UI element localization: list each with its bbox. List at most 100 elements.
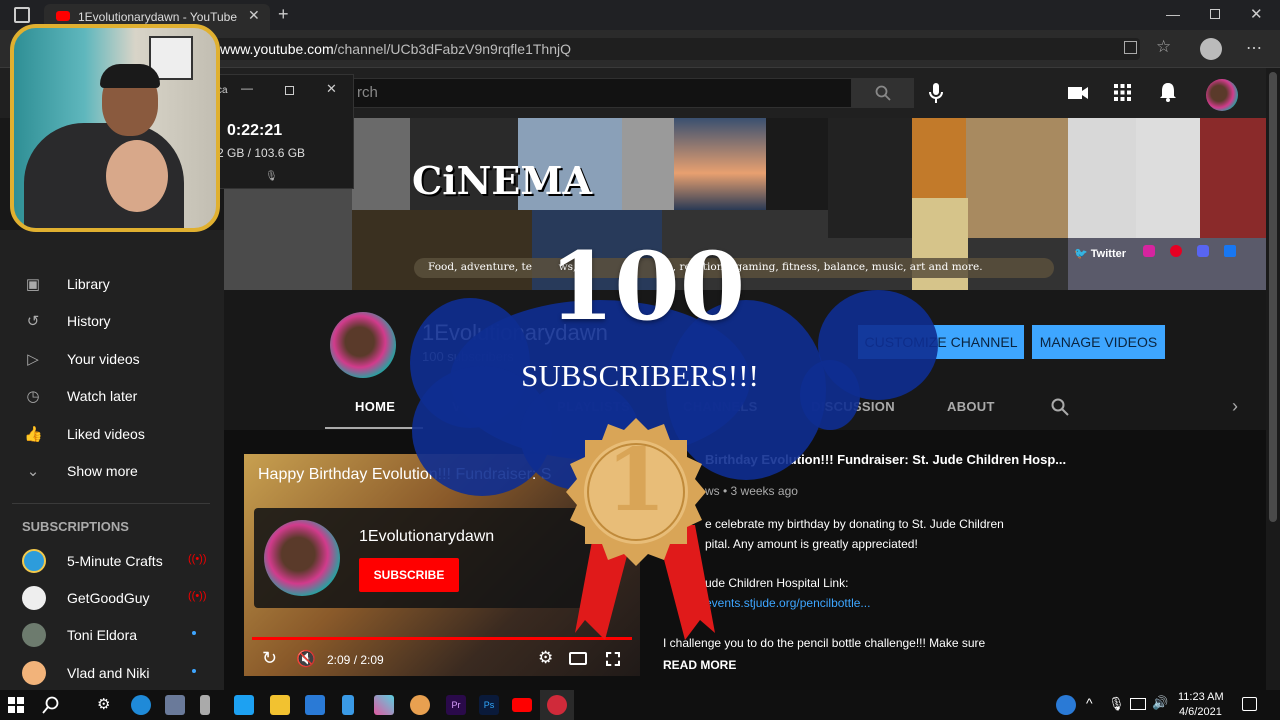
muted-volume-icon[interactable]: 🔇 <box>296 649 316 669</box>
video-description-line: I challenge you to do the pencil bottle … <box>663 636 986 650</box>
manage-videos-button[interactable]: MANAGE VIDEOS <box>1032 325 1165 359</box>
taskbar-camera-icon[interactable] <box>165 695 185 715</box>
recorder-minimize-icon[interactable]: — <box>241 81 253 95</box>
scrollbar-thumb[interactable] <box>1269 72 1277 522</box>
channel-search-icon[interactable] <box>1051 398 1069 416</box>
notifications-icon[interactable] <box>1242 697 1257 711</box>
new-tab-icon[interactable]: + <box>278 4 289 25</box>
taskbar-phone-icon[interactable] <box>342 695 354 715</box>
banner-social-links[interactable]: 🐦 Twitter <box>1074 245 1240 265</box>
taskbar-time[interactable]: 11:23 AM <box>1178 691 1224 703</box>
webcam-child-face <box>106 140 168 212</box>
sidebar-item-history[interactable]: ↺ History <box>0 303 224 340</box>
avatar <box>22 549 46 573</box>
taskbar-recorder-icon[interactable] <box>547 695 567 715</box>
sidebar-item-show-more[interactable]: ⌄ Show more <box>0 453 224 490</box>
recorder-close-icon[interactable]: ✕ <box>326 81 337 97</box>
video-player[interactable]: Happy Birthday Evolution!!! Fundraiser: … <box>244 454 640 676</box>
card-avatar <box>264 520 340 596</box>
profile-avatar[interactable] <box>1200 38 1222 60</box>
tab-actions-icon[interactable] <box>14 7 30 23</box>
replay-icon[interactable]: ↻ <box>262 648 277 669</box>
account-avatar[interactable] <box>1206 79 1238 111</box>
cast-icon[interactable] <box>569 652 587 665</box>
sidebar-item-your-videos[interactable]: ▷ Your videos <box>0 341 224 378</box>
facebook-icon[interactable] <box>1224 245 1237 257</box>
twitter-icon[interactable]: 🐦 <box>1074 248 1088 260</box>
tab-about[interactable]: ABOUT <box>947 399 995 414</box>
apps-grid-icon[interactable] <box>1114 84 1131 101</box>
minimize-window-icon[interactable]: — <box>1166 6 1180 22</box>
pinterest-icon[interactable] <box>1170 245 1183 257</box>
tab-playlists[interactable]: PLAYLISTS <box>557 399 630 414</box>
taskbar-premiere-icon[interactable]: Pr <box>446 695 466 715</box>
notifications-bell-icon[interactable] <box>1159 82 1177 102</box>
tab-videos[interactable]: VIDEOS <box>452 399 503 414</box>
fullscreen-icon[interactable] <box>606 652 620 666</box>
tab-channels[interactable]: CHANNELS <box>683 399 758 414</box>
taskbar-date[interactable]: 4/6/2021 <box>1179 706 1222 718</box>
read-more-button[interactable]: READ MORE <box>663 658 736 672</box>
video-info-title[interactable]: Birthday Evolution!!! Fundraiser: St. Ju… <box>705 452 1066 467</box>
description-link[interactable]: events.stjude.org/pencilbottle... <box>705 596 870 610</box>
taskbar-mail-icon[interactable] <box>305 695 325 715</box>
settings-gear-icon[interactable]: ⚙ <box>538 648 553 668</box>
taskbar-youtube-icon[interactable] <box>512 698 532 712</box>
tray-volume-icon[interactable]: 🔊 <box>1152 695 1168 711</box>
subscribe-button[interactable]: SUBSCRIBE <box>359 558 459 592</box>
recorder-mic-icon[interactable]: 🎙 <box>265 171 278 182</box>
tray-chevron-up-icon[interactable]: ^ <box>1086 695 1093 711</box>
tab-home[interactable]: HOME <box>355 399 395 414</box>
tabs-next-chevron-icon[interactable]: › <box>1232 396 1238 417</box>
avatar <box>22 586 46 610</box>
sidebar-item-watch-later[interactable]: ◷ Watch later <box>0 378 224 415</box>
tab-close-icon[interactable]: ✕ <box>248 7 260 24</box>
close-window-icon[interactable]: ✕ <box>1250 5 1263 23</box>
player-progress-track[interactable] <box>252 637 632 640</box>
taskbar-settings-icon[interactable]: ⚙ <box>97 695 110 713</box>
restore-window-icon[interactable] <box>1210 9 1220 19</box>
taskbar-usb-icon[interactable] <box>200 695 210 715</box>
video-description-line: ude Children Hospital Link: <box>705 576 849 590</box>
taskbar-edge-icon[interactable] <box>131 695 151 715</box>
library-icon: ▣ <box>25 276 41 293</box>
discord-icon[interactable] <box>1197 245 1210 257</box>
microphone-icon[interactable] <box>927 82 945 104</box>
video-meta: ws • 3 weeks ago <box>705 484 798 498</box>
player-progress-fill <box>252 637 632 640</box>
windows-start-icon[interactable] <box>8 697 24 713</box>
sidebar-item-liked-videos[interactable]: 👍 Liked videos <box>0 416 224 453</box>
taskbar-twitter-icon[interactable] <box>234 695 254 715</box>
sidebar-item-library[interactable]: ▣ Library <box>0 266 224 303</box>
page-scrollbar[interactable] <box>1266 68 1280 690</box>
taskbar-photoshop-icon[interactable]: Ps <box>479 695 499 715</box>
subscription-item-vlad-and-niki[interactable]: Vlad and Niki <box>0 654 224 691</box>
instagram-icon[interactable] <box>1143 245 1156 257</box>
taskbar-search-icon[interactable] <box>42 696 60 714</box>
video-description-line: pital. Any amount is greatly appreciated… <box>705 537 918 551</box>
channel-avatar <box>330 312 396 378</box>
subscription-item-getgoodguy[interactable]: GetGoodGuy ((•)) <box>0 579 224 616</box>
subscription-item-5-minute-crafts[interactable]: 5-Minute Crafts ((•)) <box>0 542 224 579</box>
search-input[interactable]: rch <box>350 78 852 108</box>
taskbar-photos-icon[interactable] <box>374 695 394 715</box>
browser-menu-icon[interactable]: ⋯ <box>1246 38 1262 58</box>
search-button[interactable] <box>852 78 914 108</box>
tab-discussion[interactable]: DISCUSSION <box>811 399 895 414</box>
chevron-down-icon: ⌄ <box>26 463 40 480</box>
taskbar-file-explorer-icon[interactable] <box>270 695 290 715</box>
open-in-app-icon[interactable] <box>1124 41 1137 54</box>
tray-mic-icon[interactable]: 🎙 <box>1108 696 1125 712</box>
tab-home-underline <box>325 427 423 429</box>
liked-videos-icon: 👍 <box>24 426 43 443</box>
card-channel-name: 1Evolutionarydawn <box>359 528 495 545</box>
tray-network-icon[interactable] <box>1130 698 1146 710</box>
favorites-icon[interactable]: ☆ <box>1156 37 1171 57</box>
customize-channel-button[interactable]: CUSTOMIZE CHANNEL <box>858 325 1024 359</box>
subscription-item-toni-eldora[interactable]: Toni Eldora <box>0 616 224 653</box>
tray-help-icon[interactable] <box>1056 695 1076 715</box>
recorder-maximize-icon[interactable] <box>285 86 294 95</box>
taskbar-app-icon[interactable] <box>410 695 430 715</box>
url-field[interactable]: www.youtube.com/channel/UCb3dFabzV9n9rqf… <box>210 38 1140 60</box>
create-video-icon[interactable] <box>1067 85 1089 101</box>
